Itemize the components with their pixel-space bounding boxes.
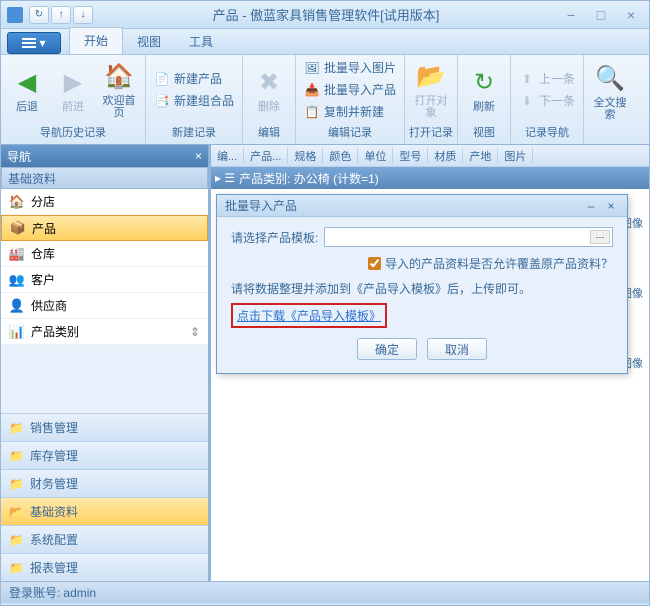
bc-item[interactable]: 图片 xyxy=(498,148,533,164)
sidebar-item-category[interactable]: 📊产品类别⇕ xyxy=(1,319,208,345)
minimize-button[interactable]: − xyxy=(559,7,583,23)
category-bar[interactable]: ▸ ☰产品类别: 办公椅 (计数=1) xyxy=(211,167,649,189)
back-button[interactable]: ◀后退 xyxy=(5,58,49,122)
folder-icon: 📁 xyxy=(9,449,24,463)
folder-icon: 📁 xyxy=(9,561,24,575)
customer-icon: 👥 xyxy=(9,272,25,288)
folder-icon: 📁 xyxy=(9,477,24,491)
bc-item[interactable]: 编... xyxy=(211,148,244,164)
new-combo-button[interactable]: 📑新建组合品 xyxy=(150,90,238,111)
bc-item[interactable]: 型号 xyxy=(393,148,428,164)
breadcrumb: 编... 产品... 规格 颜色 单位 型号 材质 产地 图片 xyxy=(211,145,649,167)
warehouse-icon: 🏭 xyxy=(9,246,25,262)
statusbar: 登录账号: admin xyxy=(1,581,649,603)
import-image-button[interactable]: 🖼批量导入图片 xyxy=(300,57,400,78)
supplier-icon: 👤 xyxy=(9,298,25,314)
prev-record-button[interactable]: ⬆上一条 xyxy=(515,68,579,89)
dialog-title: 批量导入产品 –× xyxy=(217,195,627,217)
bc-item[interactable]: 产地 xyxy=(463,148,498,164)
titlebar: ↻ ↑ ↓ 产品 - 傲蓝家具销售管理软件[试用版本] − □ × xyxy=(1,1,649,29)
sidebar-item-supplier[interactable]: 👤供应商 xyxy=(1,293,208,319)
product-icon: 📦 xyxy=(10,220,26,236)
home-button[interactable]: 🏠欢迎首页 xyxy=(97,58,141,122)
refresh-qat-button[interactable]: ↻ xyxy=(29,6,49,24)
bc-item[interactable]: 产品... xyxy=(244,148,288,164)
forward-button[interactable]: ▶前进 xyxy=(51,58,95,122)
sidebar-group-inventory[interactable]: 📁库存管理 xyxy=(1,441,208,469)
checkbox-label: 导入的产品资料是否允许覆盖原产品资料？ xyxy=(385,255,613,272)
tab-tools[interactable]: 工具 xyxy=(175,29,227,54)
up-qat-button[interactable]: ↑ xyxy=(51,6,71,24)
account-value: admin xyxy=(63,586,96,600)
sidebar: 导航× 基础资料 🏠分店 📦产品 🏭仓库 👥客户 👤供应商 📊产品类别⇕ 📁销售… xyxy=(1,145,211,581)
folder-open-icon: 📂 xyxy=(9,505,24,519)
refresh-button[interactable]: ↻刷新 xyxy=(462,58,506,122)
sidebar-header: 导航× xyxy=(1,145,208,167)
bc-item[interactable]: 规格 xyxy=(288,148,323,164)
template-input[interactable]: ··· xyxy=(324,227,613,247)
file-menu-button[interactable]: ▾ xyxy=(7,32,61,54)
sidebar-category[interactable]: 基础资料 xyxy=(1,167,208,189)
sidebar-item-product[interactable]: 📦产品 xyxy=(1,215,208,241)
folder-icon: 📁 xyxy=(9,421,24,435)
maximize-button[interactable]: □ xyxy=(589,7,613,23)
template-label: 请选择产品模板: xyxy=(231,229,318,246)
ribbon-tabs: ▾ 开始 视图 工具 xyxy=(1,29,649,55)
import-product-button[interactable]: 📥批量导入产品 xyxy=(300,79,400,100)
sidebar-close-icon[interactable]: × xyxy=(195,149,202,163)
branch-icon: 🏠 xyxy=(9,194,25,210)
dialog-hint: 请将数据整理并添加到《产品导入模板》后，上传即可。 xyxy=(231,280,613,297)
sidebar-group-system[interactable]: 📁系统配置 xyxy=(1,525,208,553)
search-button[interactable]: 🔍全文搜索 xyxy=(588,60,632,124)
bc-item[interactable]: 单位 xyxy=(358,148,393,164)
folder-icon: 📁 xyxy=(9,533,24,547)
sidebar-group-basic[interactable]: 📂基础资料 xyxy=(1,497,208,525)
ok-button[interactable]: 确定 xyxy=(357,338,417,360)
dialog-minimize-icon[interactable]: – xyxy=(583,199,599,213)
new-product-button[interactable]: 📄新建产品 xyxy=(150,68,238,89)
bc-item[interactable]: 颜色 xyxy=(323,148,358,164)
copy-new-button[interactable]: 📋复制并新建 xyxy=(300,101,400,122)
category-icon: 📊 xyxy=(9,324,25,340)
app-icon xyxy=(7,7,23,23)
window-title: 产品 - 傲蓝家具销售管理软件[试用版本] xyxy=(93,5,559,24)
close-button[interactable]: × xyxy=(619,7,643,23)
tab-start[interactable]: 开始 xyxy=(69,27,123,54)
sidebar-group-sales[interactable]: 📁销售管理 xyxy=(1,413,208,441)
open-object-button[interactable]: 📂打开对象 xyxy=(409,58,453,122)
bc-item[interactable]: 材质 xyxy=(428,148,463,164)
download-template-link[interactable]: 点击下载《产品导入模板》 xyxy=(231,303,387,328)
sidebar-item-warehouse[interactable]: 🏭仓库 xyxy=(1,241,208,267)
down-qat-button[interactable]: ↓ xyxy=(73,6,93,24)
cancel-button[interactable]: 取消 xyxy=(427,338,487,360)
next-record-button[interactable]: ⬇下一条 xyxy=(515,90,579,111)
sidebar-group-report[interactable]: 📁报表管理 xyxy=(1,553,208,581)
ribbon: ◀后退 ▶前进 🏠欢迎首页 导航历史记录 📄新建产品 📑新建组合品 新建记录 ✖… xyxy=(1,55,649,145)
account-label: 登录账号: xyxy=(9,584,60,601)
dialog-close-icon[interactable]: × xyxy=(603,199,619,213)
overwrite-checkbox[interactable] xyxy=(368,257,381,270)
sidebar-item-customer[interactable]: 👥客户 xyxy=(1,267,208,293)
browse-button[interactable]: ··· xyxy=(590,230,610,244)
sidebar-group-finance[interactable]: 📁财务管理 xyxy=(1,469,208,497)
delete-button[interactable]: ✖删除 xyxy=(247,58,291,122)
import-dialog: 批量导入产品 –× 请选择产品模板: ··· 导入的产品资料是否允许覆盖原产品资… xyxy=(216,194,628,374)
tab-view[interactable]: 视图 xyxy=(123,29,175,54)
sidebar-item-branch[interactable]: 🏠分店 xyxy=(1,189,208,215)
